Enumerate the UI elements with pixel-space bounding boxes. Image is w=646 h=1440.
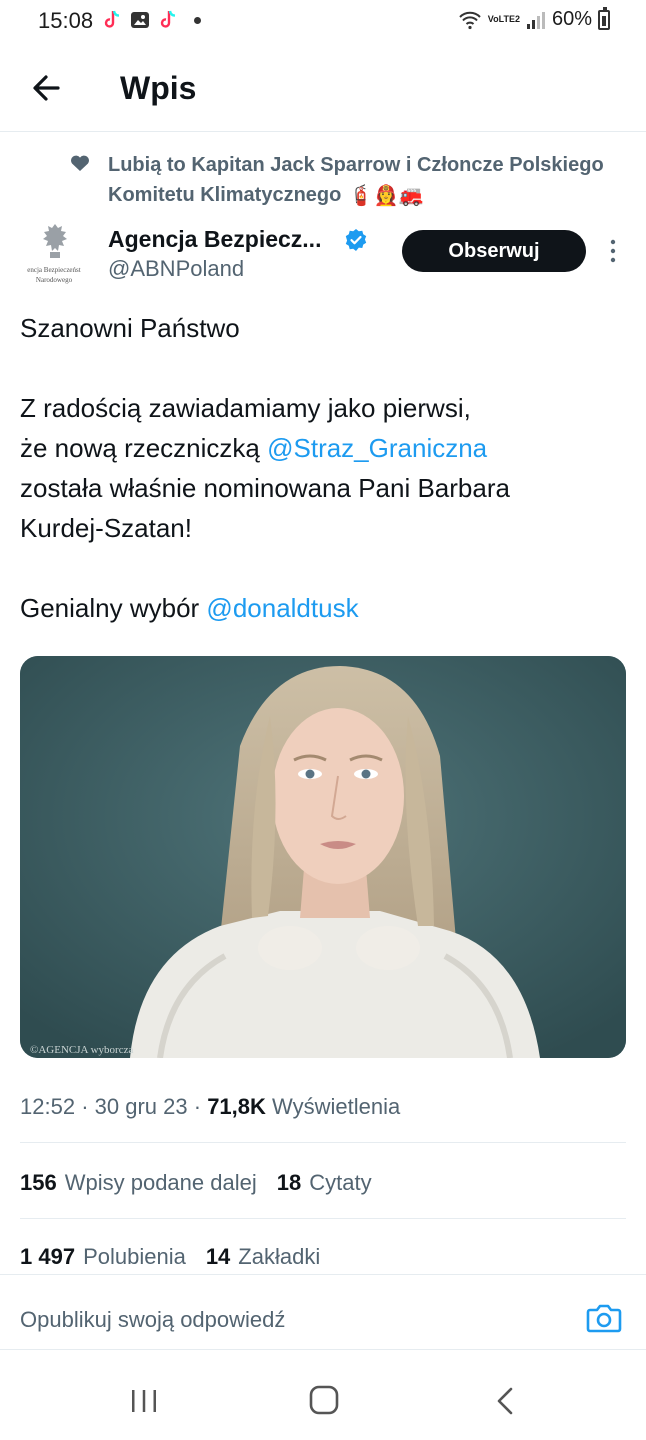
tweet-line-text: Genialny wybór — [20, 593, 207, 623]
mention-link[interactable]: @donaldtusk — [206, 593, 358, 623]
tweet-text: Szanowni Państwo Z radością zawiadamiamy… — [20, 308, 630, 628]
divider — [20, 1142, 626, 1143]
tweet-line: Z radością zawiadamiamy jako pierwsi, — [20, 393, 471, 423]
network-label: VoLTE2 — [487, 14, 520, 24]
stats-row-shares: 156 Wpisy podane dalej 18 Cytaty — [20, 1170, 372, 1196]
tweet-line-text: że nową rzeczniczką — [20, 433, 268, 463]
tweet-line: została właśnie nominowana Pani Barbara — [20, 473, 510, 503]
heart-icon — [71, 155, 89, 171]
bookmarks-stat[interactable]: 14 Zakładki — [206, 1244, 320, 1270]
quotes-label: Cytaty — [309, 1170, 372, 1195]
eagle-emblem-icon — [43, 224, 67, 258]
system-nav-bar — [0, 1352, 646, 1440]
photo-watermark: ©AGENCJA wyborcza — [30, 1044, 134, 1056]
tweet-line: Kurdej-Szatan! — [20, 513, 192, 543]
battery-percent: 60% — [551, 8, 592, 30]
follow-button[interactable]: Obserwuj — [402, 230, 586, 272]
more-notifications-dot — [194, 16, 201, 24]
status-time: 15:08 — [38, 8, 94, 33]
tweet-time[interactable]: 12:52 — [20, 1094, 75, 1119]
retweets-count: 156 — [20, 1170, 57, 1195]
tweet-line: Genialny wybór @donaldtusk — [20, 588, 630, 628]
reply-input[interactable]: Opublikuj swoją odpowiedź — [20, 1307, 285, 1333]
meta-separator: · — [193, 1094, 208, 1119]
verified-badge-icon — [345, 229, 367, 251]
tweet-meta: 12:52 · 30 gru 23 · 71,8K Wyświetlenia — [20, 1094, 400, 1120]
avatar-caption-1: encja Bezpieczeńst — [27, 266, 81, 274]
views-label: Wyświetlenia — [272, 1094, 401, 1119]
divider — [20, 1218, 626, 1219]
back-arrow-icon[interactable] — [28, 68, 68, 108]
likes-count: 1 497 — [20, 1244, 76, 1269]
social-context-text: Lubią to Kapitan Jack Sparrow i Członcze… — [108, 150, 628, 211]
gallery-icon — [131, 12, 149, 28]
avatar[interactable]: encja Bezpieczeńst Narodowego — [20, 222, 88, 290]
stats-row-likes: 1 497 Polubienia 14 Zakładki — [20, 1244, 320, 1270]
tweet-line: że nową rzeczniczką @Straz_Graniczna — [20, 428, 630, 468]
likes-label: Polubienia — [83, 1244, 186, 1269]
likes-stat[interactable]: 1 497 Polubienia — [20, 1244, 186, 1270]
status-right: VoLTE2 60% — [458, 6, 610, 31]
tiktok-icon — [160, 10, 176, 28]
avatar-caption-2: Narodowego — [35, 276, 73, 284]
retweets-label: Wpisy podane dalej — [64, 1170, 257, 1195]
reply-bar: Opublikuj swoją odpowiedź — [0, 1274, 646, 1350]
tweet-date[interactable]: 30 gru 23 — [95, 1094, 188, 1119]
author-handle[interactable]: @ABNPoland — [108, 256, 244, 282]
home-icon[interactable] — [308, 1384, 340, 1416]
recent-apps-icon[interactable] — [130, 1388, 158, 1414]
mention-link[interactable]: @Straz_Graniczna — [267, 433, 487, 463]
notification-icons — [102, 9, 201, 31]
quotes-count: 18 — [276, 1170, 302, 1195]
battery-icon — [598, 6, 610, 30]
system-back-icon[interactable] — [494, 1386, 516, 1416]
views-count: 71,8K — [207, 1094, 266, 1119]
bookmarks-label: Zakładki — [238, 1244, 321, 1269]
meta-separator: · — [81, 1094, 95, 1119]
header: Wpis — [0, 52, 646, 132]
retweets-stat[interactable]: 156 Wpisy podane dalej — [20, 1170, 257, 1196]
camera-icon[interactable] — [586, 1301, 622, 1335]
more-options-icon[interactable] — [604, 236, 622, 266]
portrait-illustration — [20, 656, 626, 1058]
tiktok-icon — [104, 10, 120, 28]
wifi-icon — [459, 11, 481, 29]
status-bar: 15:08 VoLTE2 60% — [0, 0, 646, 44]
social-context-emoji: 🧯👩‍🚒🚒 — [348, 184, 424, 207]
quotes-stat[interactable]: 18 Cytaty — [277, 1170, 372, 1196]
author-name[interactable]: Agencja Bezpiecz... — [108, 226, 321, 253]
tweet-photo[interactable]: ©AGENCJA wyborcza — [20, 656, 626, 1058]
tweet-line: Szanowni Państwo — [20, 313, 240, 343]
signal-icon — [526, 11, 545, 29]
page-title: Wpis — [120, 70, 197, 106]
bookmarks-count: 14 — [205, 1244, 231, 1269]
